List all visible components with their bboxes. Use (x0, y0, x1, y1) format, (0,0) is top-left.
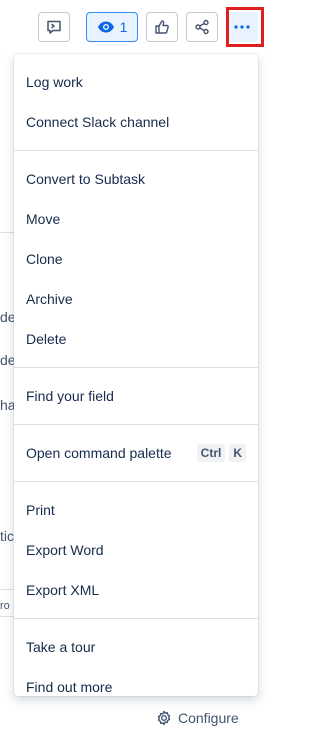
menu-item-label: Delete (26, 331, 67, 347)
eye-icon (97, 21, 114, 33)
menu-item-label: Log work (26, 74, 83, 90)
menu-item-label: Move (26, 211, 61, 227)
issue-toolbar: 1 (0, 0, 296, 60)
like-button[interactable] (146, 12, 178, 42)
menu-item-find-out-more[interactable]: Find out more (14, 667, 258, 707)
configure-label: Configure (178, 710, 239, 726)
menu-group: Log work Connect Slack channel (14, 54, 258, 150)
divider (0, 589, 14, 590)
divider (0, 616, 14, 617)
menu-item-delete[interactable]: Delete (14, 319, 258, 359)
menu-item-take-a-tour[interactable]: Take a tour (14, 627, 258, 667)
menu-item-connect-slack-channel[interactable]: Connect Slack channel (14, 102, 258, 142)
thumbs-up-icon (155, 20, 169, 34)
menu-item-archive[interactable]: Archive (14, 279, 258, 319)
more-actions-menu: Log work Connect Slack channel Convert to … (14, 54, 258, 696)
menu-item-label: Find out more (26, 679, 113, 695)
more-icon (234, 25, 250, 29)
menu-item-label: Print (26, 502, 55, 518)
menu-item-label: Connect Slack channel (26, 114, 170, 130)
keyboard-shortcut-key: K (229, 444, 246, 462)
share-button[interactable] (186, 12, 218, 42)
watch-button[interactable]: 1 (86, 12, 138, 42)
menu-item-clone[interactable]: Clone (14, 239, 258, 279)
gear-icon (157, 710, 171, 726)
menu-item-label: Archive (26, 291, 73, 307)
watch-count: 1 (119, 19, 128, 35)
menu-group: Find your field (14, 367, 258, 424)
more-actions-button[interactable] (226, 12, 258, 42)
menu-item-convert-to-subtask[interactable]: Convert to Subtask (14, 159, 258, 199)
menu-item-label: Convert to Subtask (26, 171, 146, 187)
background-text: ro (0, 600, 10, 612)
menu-group: Convert to Subtask Move Clone Archive Delete (14, 150, 258, 367)
menu-item-label: Export XML (26, 582, 100, 598)
background-text: tic (0, 528, 14, 544)
share-icon (195, 19, 209, 35)
menu-item-move[interactable]: Move (14, 199, 258, 239)
menu-item-find-your-field[interactable]: Find your field (14, 376, 258, 416)
menu-item-label: Find your field (26, 388, 114, 404)
menu-item-log-work[interactable]: Log work (14, 62, 258, 102)
menu-item-label: Open command palette (26, 445, 172, 461)
divider (0, 232, 14, 233)
menu-group: Open command palette Ctrl K (14, 424, 258, 481)
menu-group: Print Export Word Export XML (14, 481, 258, 618)
menu-group: Take a tour Find out more (14, 618, 258, 715)
menu-item-export-word[interactable]: Export Word (14, 530, 258, 570)
feedback-icon (47, 20, 61, 34)
menu-item-label: Take a tour (26, 639, 96, 655)
menu-item-print[interactable]: Print (14, 490, 258, 530)
menu-item-label: Clone (26, 251, 63, 267)
feedback-button[interactable] (38, 12, 70, 42)
menu-item-open-command-palette[interactable]: Open command palette Ctrl K (14, 433, 258, 473)
keyboard-shortcut-key: Ctrl (196, 444, 226, 462)
menu-item-label: Export Word (26, 542, 104, 558)
menu-item-export-xml[interactable]: Export XML (14, 570, 258, 610)
configure-button[interactable]: Configure (156, 706, 239, 730)
